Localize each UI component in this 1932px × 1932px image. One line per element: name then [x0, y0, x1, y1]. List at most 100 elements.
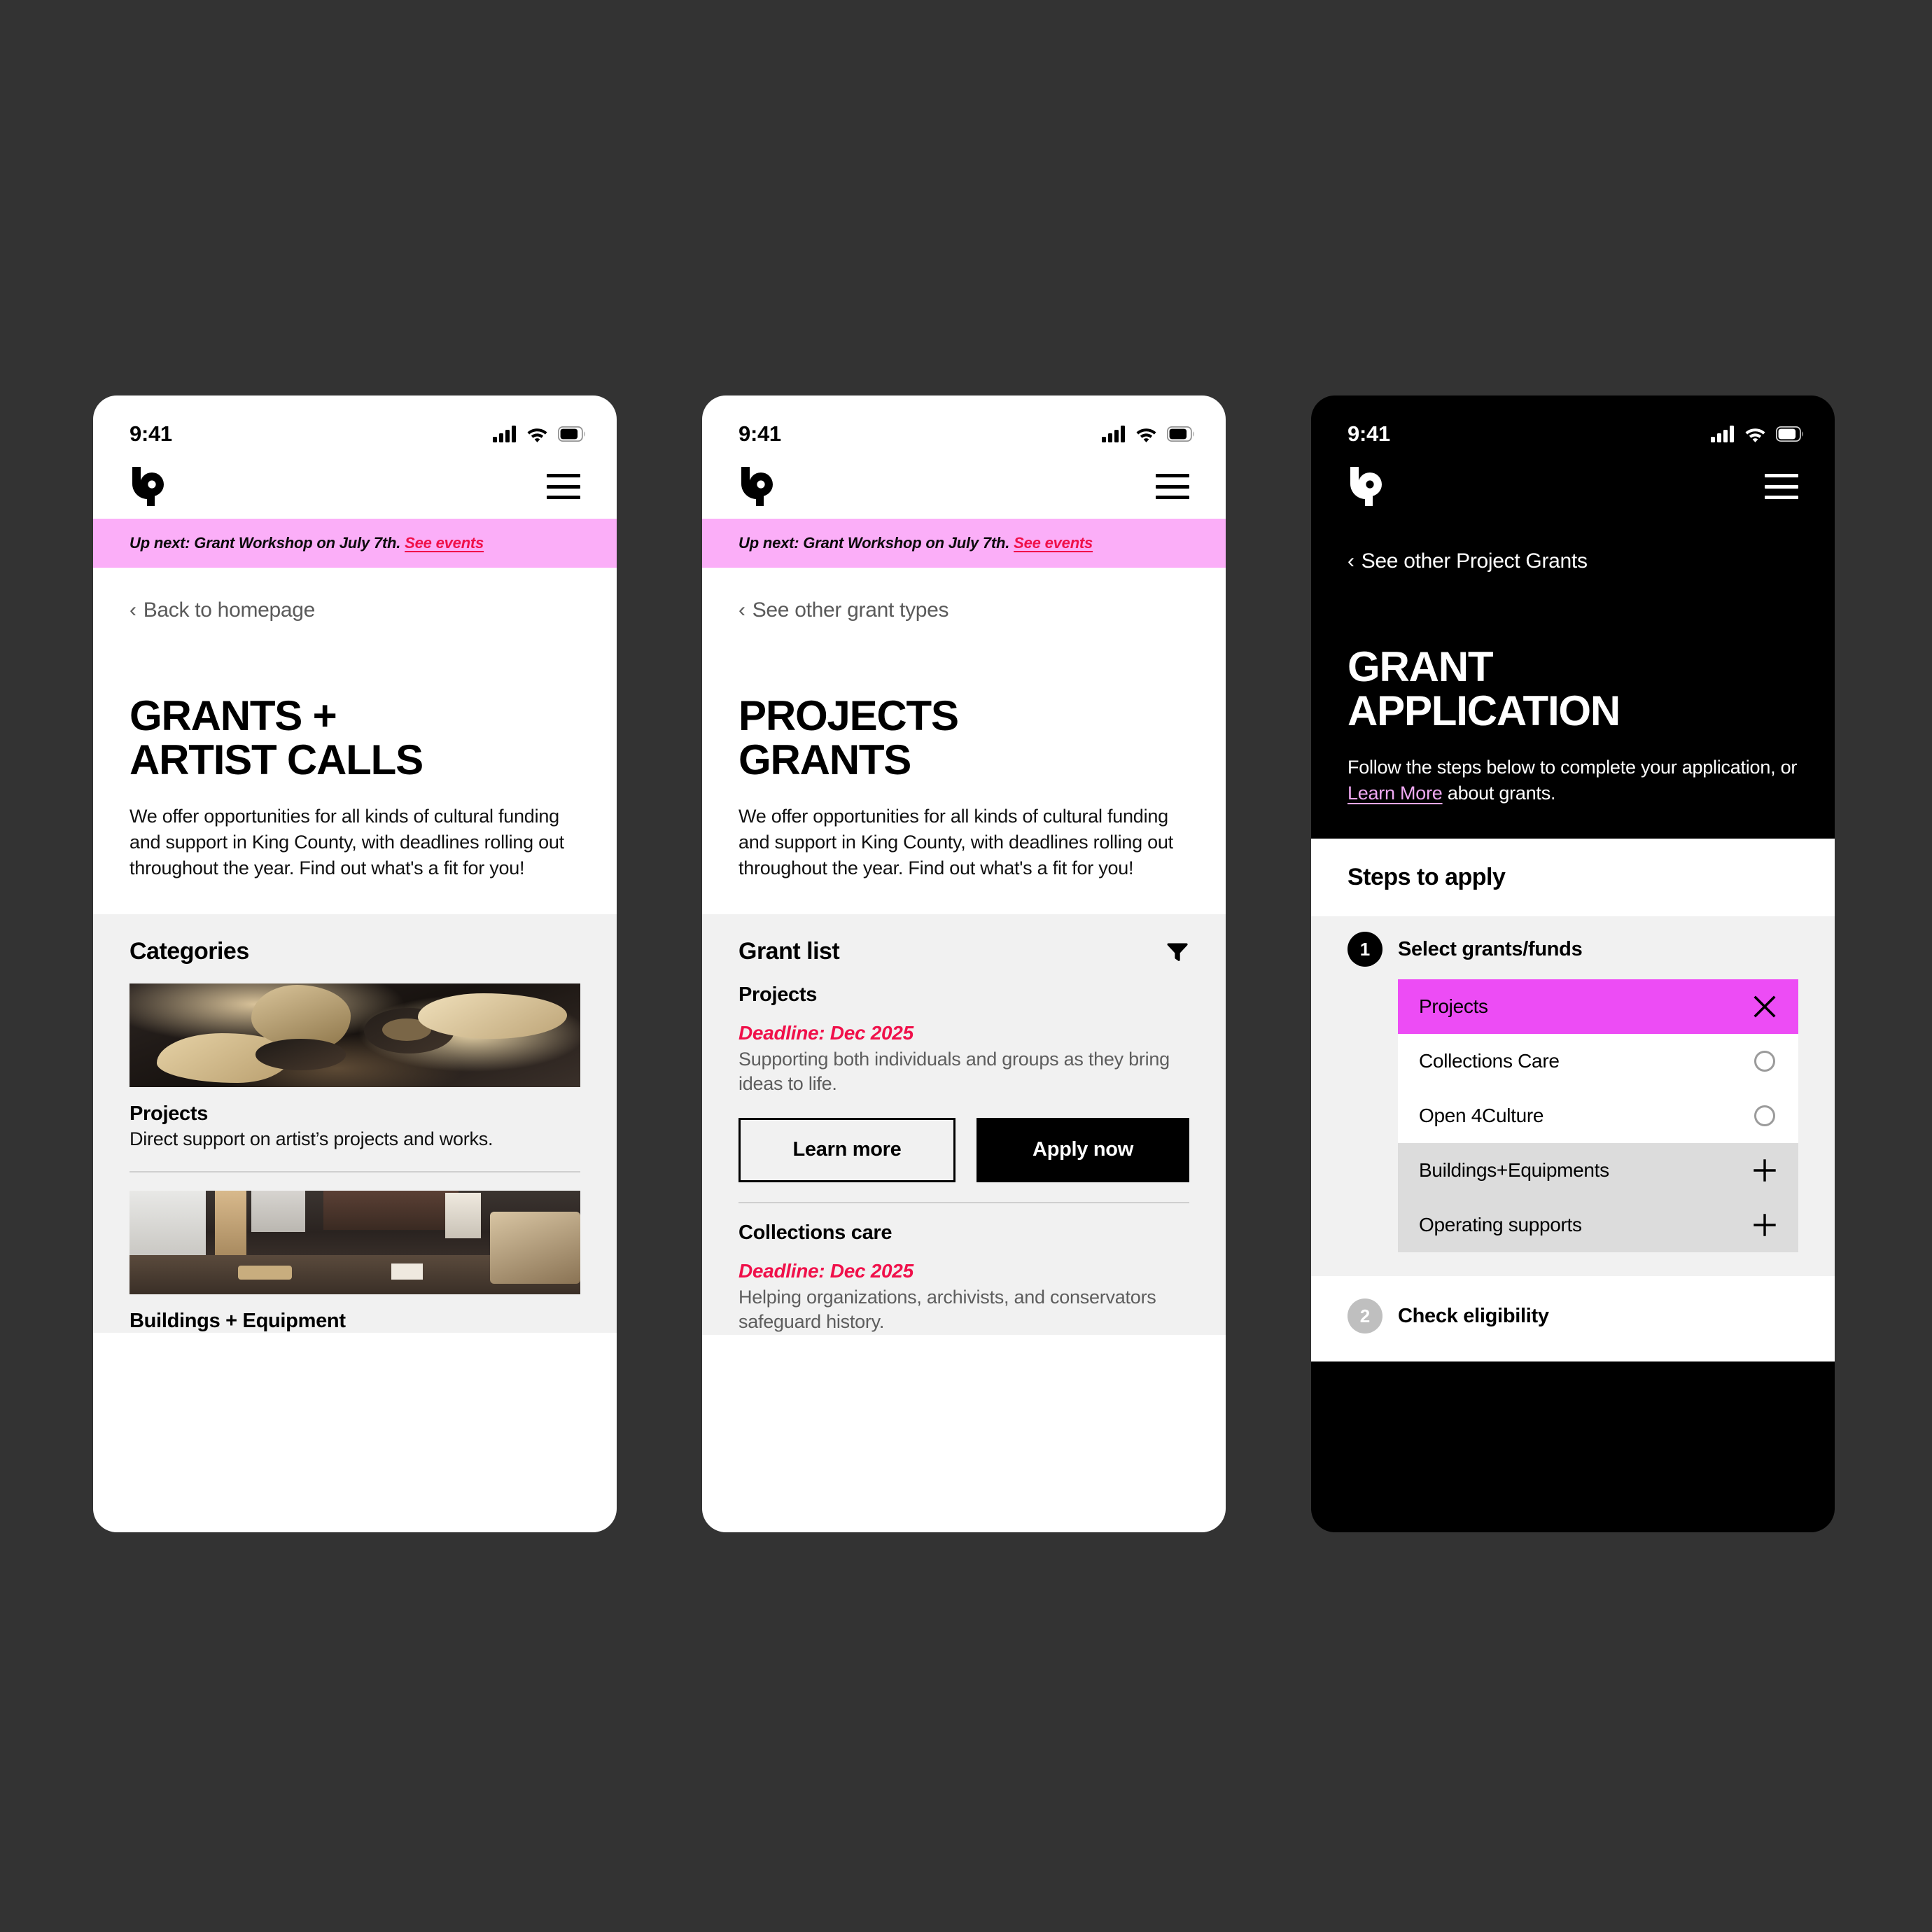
chevron-left-icon: ‹: [738, 598, 746, 622]
grant-description: Supporting both individuals and groups a…: [738, 1048, 1170, 1095]
plus-icon[interactable]: [1752, 1158, 1777, 1183]
see-events-link[interactable]: See events: [1014, 534, 1093, 552]
battery-icon: [1167, 426, 1194, 442]
status-time: 9:41: [738, 421, 781, 446]
learn-more-button[interactable]: Learn more: [738, 1117, 955, 1182]
phone-mockup-grants-landing: 9:41 Up next: Grant Workshop on July 7th…: [93, 396, 617, 1532]
option-label: Collections Care: [1419, 1050, 1560, 1072]
back-to-homepage-link[interactable]: ‹ Back to homepage: [130, 568, 580, 622]
back-link-label: See other Project Grants: [1361, 550, 1588, 573]
grant-options-list: Projects Collections Care Open 4Culture …: [1398, 979, 1798, 1253]
page-title: GRANT APPLICATION: [1348, 643, 1620, 735]
announcement-banner: Up next: Grant Workshop on July 7th. See…: [702, 519, 1226, 568]
step-label: Select grants/funds: [1398, 937, 1583, 960]
banner-text: Up next: Grant Workshop on July 7th.: [738, 534, 1010, 552]
chevron-left-icon: ‹: [130, 598, 136, 622]
steps-to-apply-title: Steps to apply: [1311, 839, 1835, 917]
battery-icon: [1776, 426, 1803, 442]
page-title: PROJECTS GRANTS: [738, 692, 959, 784]
section-title-grant-list: Grant list: [738, 938, 1189, 965]
back-link-label: Back to homepage: [143, 598, 316, 622]
grant-deadline: Deadline: Dec 2025: [738, 1259, 913, 1282]
nav-bar: [93, 454, 617, 519]
step-2-row[interactable]: 2 Check eligibility: [1348, 1298, 1798, 1334]
option-projects[interactable]: Projects: [1398, 979, 1798, 1035]
radio-circle-icon[interactable]: [1752, 1049, 1777, 1074]
filter-funnel-icon[interactable]: [1164, 939, 1189, 964]
status-bar: 9:41: [1311, 396, 1835, 454]
close-x-icon[interactable]: [1752, 994, 1777, 1019]
see-other-project-grants-link[interactable]: ‹ See other Project Grants: [1348, 519, 1798, 573]
page-description: We offer opportunities for all kinds of …: [130, 805, 564, 879]
hamburger-menu-icon[interactable]: [1156, 474, 1189, 499]
option-label: Projects: [1419, 995, 1488, 1018]
option-open-4culture[interactable]: Open 4Culture: [1398, 1088, 1798, 1144]
option-buildings-equipments[interactable]: Buildings+Equipments: [1398, 1143, 1798, 1198]
step-1-block: 1 Select grants/funds Projects Collectio…: [1311, 916, 1835, 1277]
status-icons: [1711, 426, 1804, 442]
cellular-signal-icon: [1102, 426, 1125, 442]
status-icons: [1102, 426, 1195, 442]
wifi-icon: [1136, 428, 1156, 442]
status-time: 9:41: [130, 421, 172, 446]
4culture-logo-icon[interactable]: [738, 465, 775, 507]
grant-actions: Learn more Apply now: [738, 1117, 1189, 1182]
screenshot-canvas: 9:41 Up next: Grant Workshop on July 7th…: [0, 0, 1932, 1932]
status-bar: 9:41: [702, 396, 1226, 454]
step-number-badge: 2: [1348, 1298, 1382, 1334]
wifi-icon: [527, 428, 547, 442]
learn-more-link[interactable]: Learn More: [1348, 783, 1443, 804]
grant-item: Projects Deadline: Dec 2025 Supporting b…: [738, 965, 1189, 1203]
section-title-categories: Categories: [130, 937, 249, 965]
wifi-icon: [1745, 428, 1765, 442]
hamburger-menu-icon[interactable]: [1765, 474, 1798, 499]
see-events-link[interactable]: See events: [405, 534, 484, 552]
option-label: Open 4Culture: [1419, 1105, 1544, 1127]
dark-hero: ‹ See other Project Grants GRANT APPLICA…: [1311, 519, 1835, 839]
phone-mockup-projects-grants: 9:41 Up next: Grant Workshop on July 7th…: [702, 396, 1226, 1532]
cellular-signal-icon: [1711, 426, 1734, 442]
status-time: 9:41: [1348, 421, 1390, 446]
plus-icon[interactable]: [1752, 1212, 1777, 1238]
step-label: Check eligibility: [1398, 1304, 1549, 1327]
category-name: Buildings + Equipment: [130, 1310, 346, 1333]
option-collections-care[interactable]: Collections Care: [1398, 1034, 1798, 1089]
category-name: Projects: [130, 1102, 209, 1125]
radio-circle-icon[interactable]: [1752, 1103, 1777, 1128]
page-description: We offer opportunities for all kinds of …: [738, 805, 1173, 879]
category-image-buildings: [130, 1191, 580, 1295]
main-content: ‹ Back to homepage GRANTS + ARTIST CALLS…: [93, 568, 617, 1334]
back-link-label: See other grant types: [752, 598, 949, 622]
grant-list-section: Grant list Projects Deadline: Dec 2025 S…: [702, 913, 1226, 1336]
nav-bar: [1311, 454, 1835, 519]
category-description: Direct support on artist’s projects and …: [130, 1128, 493, 1149]
option-label: Operating supports: [1419, 1214, 1582, 1236]
option-operating-supports[interactable]: Operating supports: [1398, 1198, 1798, 1253]
battery-icon: [558, 426, 585, 442]
apply-now-button[interactable]: Apply now: [976, 1117, 1189, 1182]
grant-item: Collections care Deadline: Dec 2025 Help…: [738, 1203, 1189, 1335]
category-card[interactable]: Projects Direct support on artist’s proj…: [130, 965, 580, 1173]
step-1-row[interactable]: 1 Select grants/funds: [1348, 932, 1798, 967]
4culture-logo-icon[interactable]: [130, 465, 166, 507]
grant-description: Helping organizations, archivists, and c…: [738, 1286, 1156, 1333]
grant-deadline: Deadline: Dec 2025: [738, 1021, 913, 1044]
page-description: Follow the steps below to complete your …: [1348, 755, 1798, 807]
description-part-2: about grants.: [1442, 783, 1556, 804]
page-title: GRANTS + ARTIST CALLS: [130, 692, 424, 784]
announcement-banner: Up next: Grant Workshop on July 7th. See…: [93, 519, 617, 568]
hamburger-menu-icon[interactable]: [547, 474, 580, 499]
status-icons: [493, 426, 586, 442]
see-other-grant-types-link[interactable]: ‹ See other grant types: [738, 568, 1189, 622]
4culture-logo-icon[interactable]: [1348, 465, 1384, 507]
main-content: ‹ See other grant types PROJECTS GRANTS …: [702, 568, 1226, 1336]
grant-name: Collections care: [738, 1221, 892, 1244]
step-number-badge: 1: [1348, 932, 1382, 967]
step-2-block[interactable]: 2 Check eligibility: [1311, 1276, 1835, 1362]
category-image-projects: [130, 983, 580, 1087]
categories-section: Categories Projects Direct support on ar…: [93, 913, 617, 1334]
cellular-signal-icon: [493, 426, 516, 442]
banner-text: Up next: Grant Workshop on July 7th.: [130, 534, 401, 552]
category-card[interactable]: Buildings + Equipment: [130, 1172, 580, 1333]
description-part-1: Follow the steps below to complete your …: [1348, 756, 1798, 778]
